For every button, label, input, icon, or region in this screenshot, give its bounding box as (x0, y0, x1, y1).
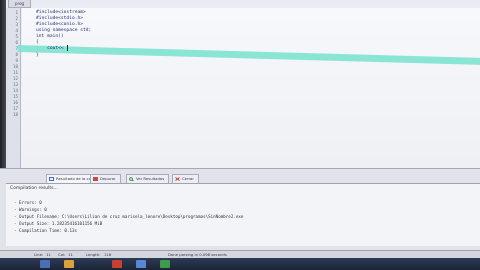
line-number: 13 (12, 82, 18, 87)
line-number: 14 (12, 88, 18, 93)
code-line[interactable]: } (36, 53, 39, 58)
tab-label: Cerrar (182, 176, 194, 181)
code-line[interactable]: #include<conio.h> (36, 22, 83, 27)
code-editor[interactable]: #include<iostream> #include<stdio.h> #in… (22, 8, 480, 168)
line-number: 4 (15, 28, 18, 33)
code-line[interactable]: int main() (36, 34, 64, 39)
line-number: 11 (12, 70, 18, 75)
output-line: - Warnings: 0 (14, 207, 47, 212)
tab-view-results[interactable]: Ver Resultados (126, 174, 170, 183)
tab-label: Ver Resultados (136, 176, 165, 181)
tab-debug[interactable]: Depurar (90, 174, 121, 183)
line-number: 16 (12, 100, 18, 105)
output-line: - Compilation Time: 0.13s (14, 228, 78, 233)
line-number: 10 (12, 64, 18, 69)
output-header: Compilation results... (10, 186, 58, 191)
screen: prog 1 2 3 4 5 6 7 8 9 10 11 12 13 14 15… (0, 0, 480, 270)
line-number: 17 (12, 106, 18, 111)
code-line[interactable]: #include<stdio.h> (36, 16, 83, 21)
code-line[interactable]: #include<iostream> (36, 10, 86, 15)
line-number-gutter: 1 2 3 4 5 6 7 8 9 10 11 12 13 14 15 16 1… (6, 8, 21, 168)
output-line: - Output Filename: C:\Users\Lilian de cr… (14, 214, 244, 219)
status-length-value: 116 (104, 252, 112, 257)
devcpp-icon[interactable] (160, 260, 170, 268)
panel-tab-bar: Resultado de la compilacion Depurar Ver … (6, 174, 480, 183)
status-message: Done parsing in 0.098 seconds (168, 252, 227, 257)
taskbar (0, 258, 480, 270)
line-number: 9 (15, 58, 18, 63)
status-line-label: Line: (34, 252, 44, 257)
compile-icon (49, 177, 54, 181)
status-line-value: 11 (46, 252, 51, 257)
code-line-current[interactable]: cout<< (36, 46, 64, 51)
output-line: - Errors: 0 (14, 200, 42, 205)
line-number: 5 (15, 34, 18, 39)
tab-close[interactable]: Cerrar (172, 174, 199, 183)
status-col-label: Col: (58, 252, 66, 257)
status-col-value: 11 (68, 252, 73, 257)
line-number: 18 (12, 112, 18, 117)
search-icon (129, 177, 134, 181)
app-icon[interactable] (112, 260, 122, 268)
line-number: 3 (15, 22, 18, 27)
tab-label: Depurar (100, 176, 116, 181)
folder-icon[interactable] (64, 260, 74, 268)
line-number: 2 (15, 16, 18, 21)
line-number: 15 (12, 94, 18, 99)
status-length-label: Length: (86, 252, 101, 257)
browser-icon[interactable] (136, 260, 146, 268)
start-icon[interactable] (40, 260, 50, 268)
line-number: 12 (12, 76, 18, 81)
line-number: 1 (15, 10, 18, 15)
code-line[interactable]: { (36, 40, 39, 45)
line-number: 8 (15, 52, 18, 57)
text-caret (67, 45, 68, 51)
compile-output[interactable]: Compilation results... - Errors: 0 - War… (6, 183, 480, 246)
output-line: - Output Size: 1.28235416101156 MiB (14, 221, 103, 226)
editor-file-tab[interactable]: prog (8, 0, 32, 8)
debug-icon (93, 177, 98, 181)
code-line[interactable]: using namespace std; (36, 28, 91, 33)
close-icon (175, 177, 180, 181)
